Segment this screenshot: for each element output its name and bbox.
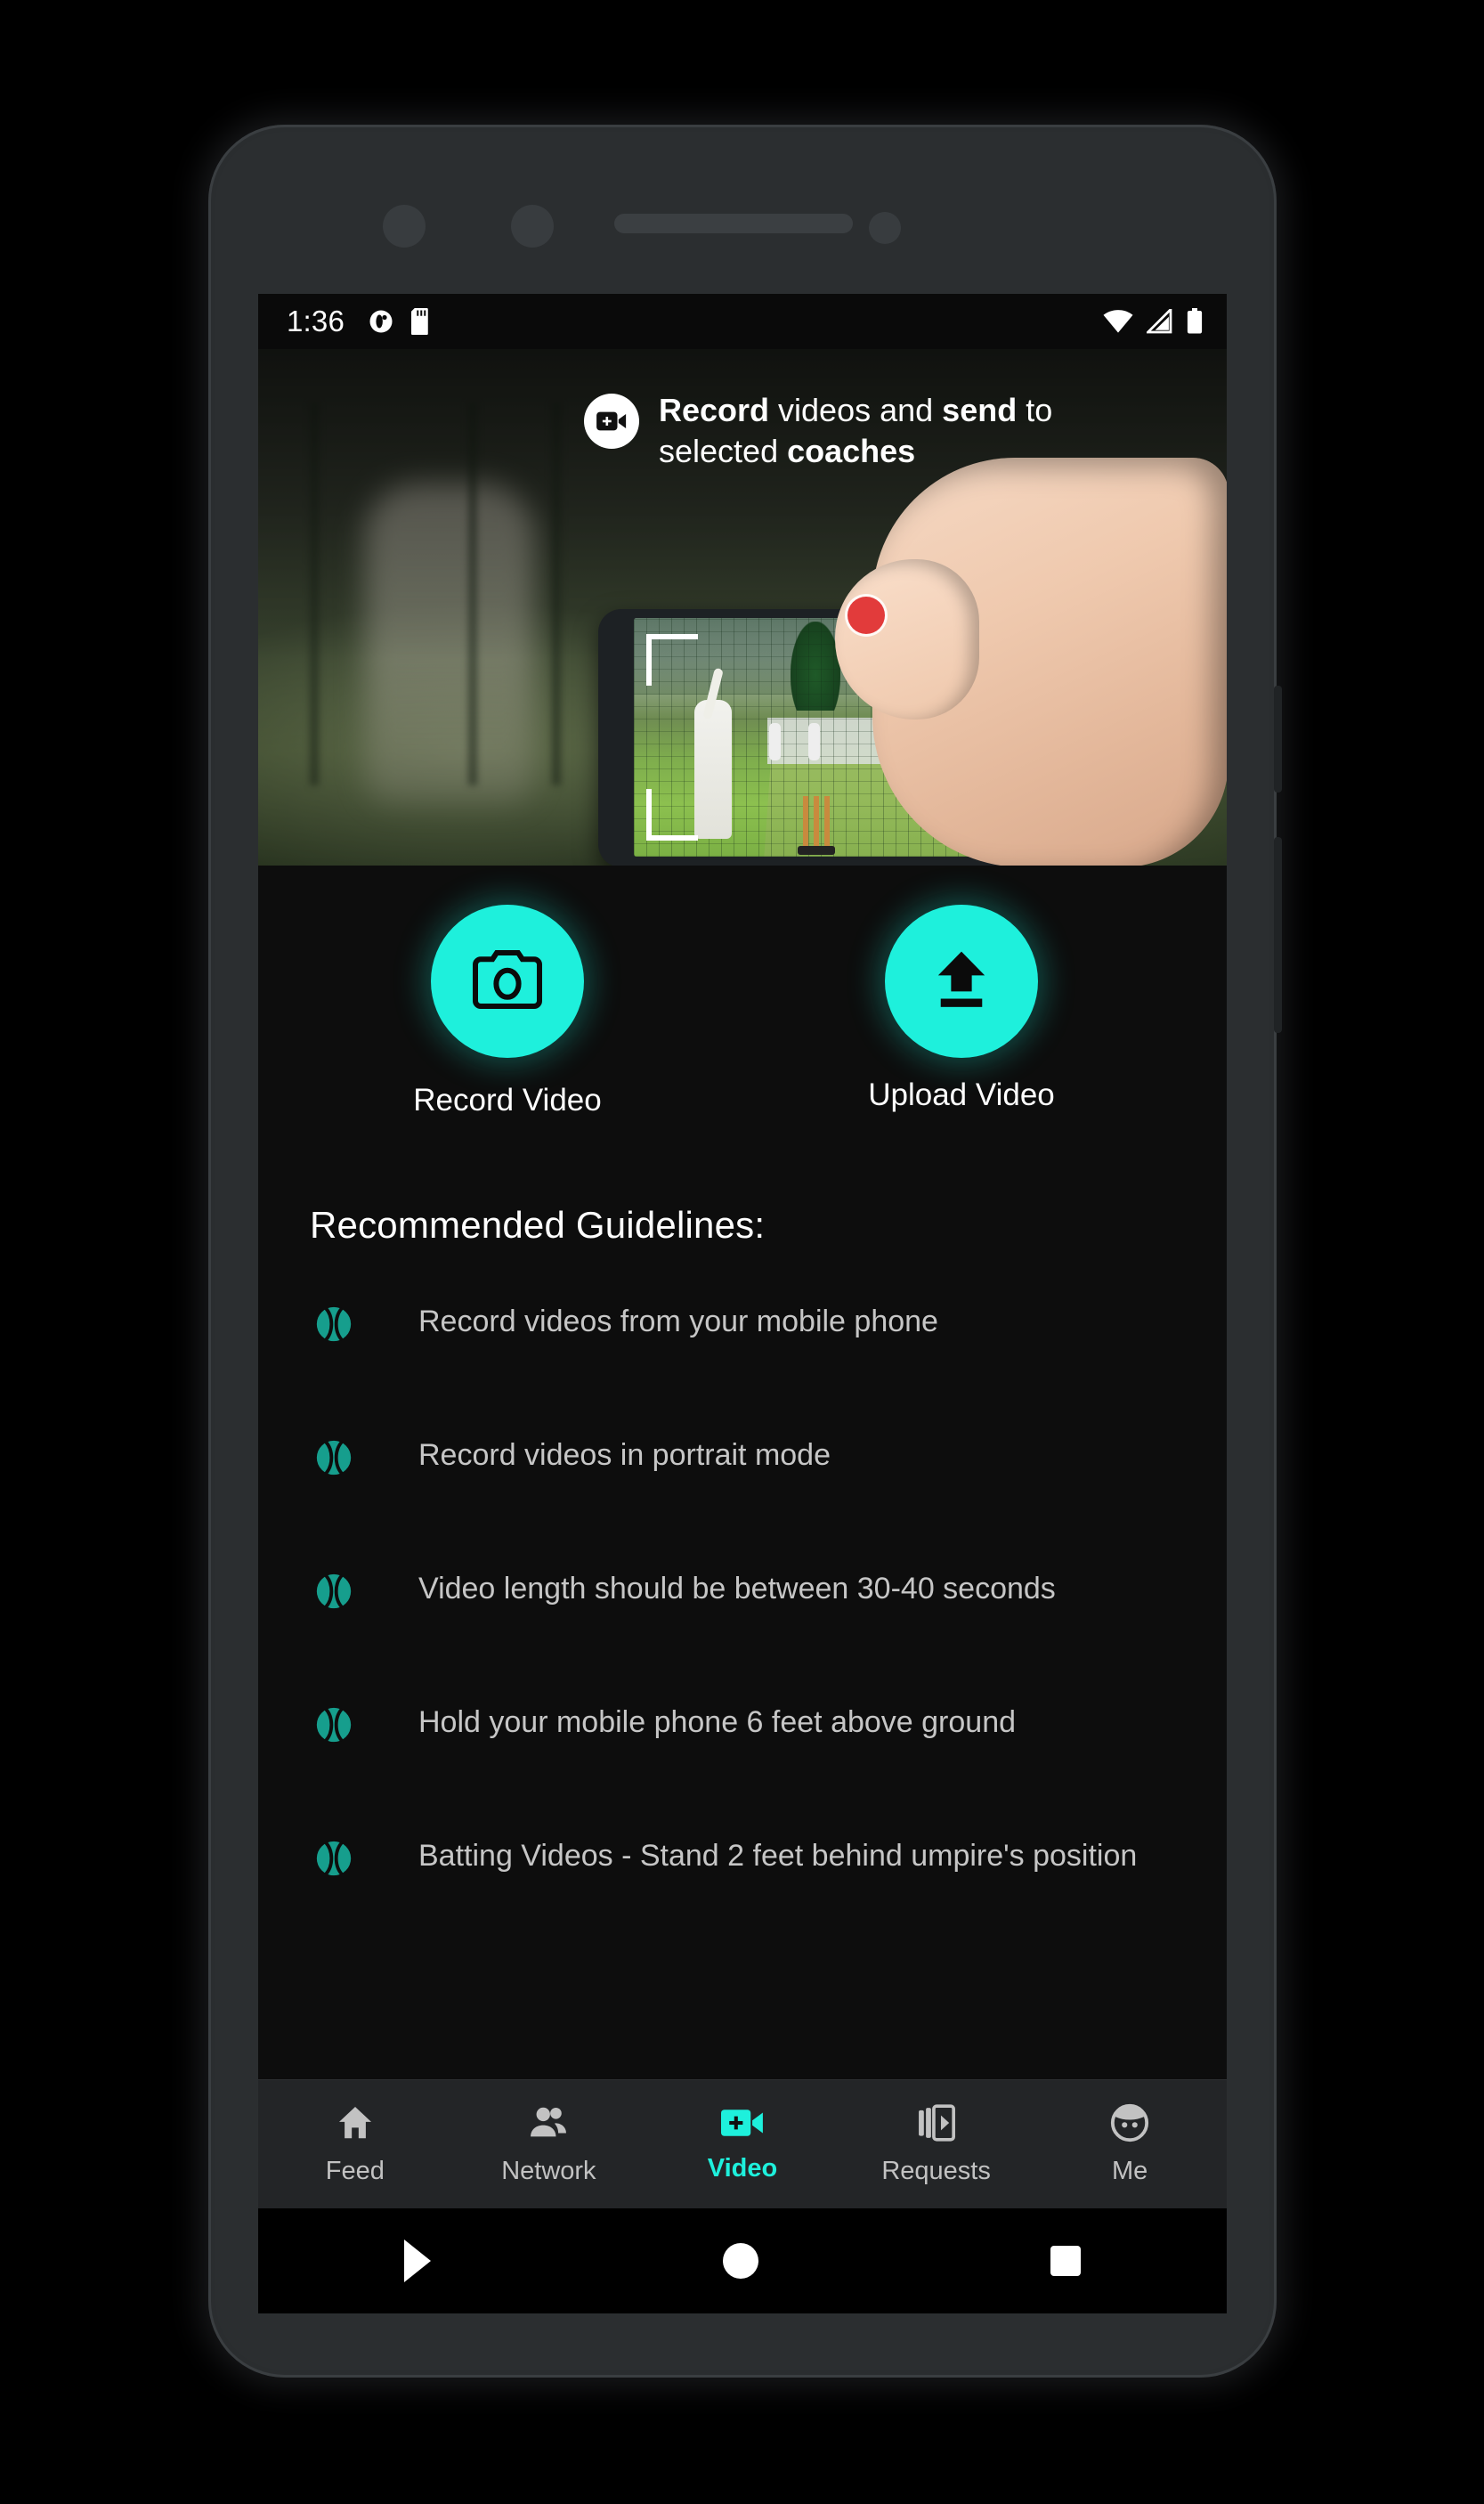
app-notification-icon (368, 308, 394, 335)
guideline-item: Hold your mobile phone 6 feet above grou… (258, 1701, 1227, 1834)
upload-video-label: Upload Video (868, 1077, 1055, 1112)
volume-button[interactable] (1274, 686, 1282, 793)
proximity-sensor-icon (869, 212, 901, 244)
nav-label-feed: Feed (325, 2157, 385, 2185)
back-button[interactable] (404, 2240, 431, 2282)
wifi-icon (1102, 309, 1134, 334)
video-add-icon (720, 2105, 764, 2145)
recents-button[interactable] (1050, 2246, 1081, 2276)
hero-stump-base (798, 846, 835, 855)
nav-item-feed[interactable]: Feed (258, 2102, 452, 2186)
hero-text-post: to (1017, 392, 1053, 428)
guideline-text: Record videos from your mobile phone (418, 1305, 938, 1338)
viewfinder-corner-icon (646, 634, 698, 686)
cricket-ball-bullet-icon (313, 1437, 354, 1478)
hero-stumps (803, 796, 830, 848)
guideline-item: Record videos in portrait mode (258, 1434, 1227, 1567)
phone-device-frame: 1:36 Record videos and send to selected … (208, 125, 1282, 2378)
upload-icon (933, 948, 990, 1015)
phone-screen: 1:36 Record videos and send to selected … (258, 294, 1227, 2208)
battery-icon (1186, 308, 1204, 335)
nav-item-requests[interactable]: Requests (839, 2102, 1034, 2186)
face-avatar-icon (1109, 2102, 1150, 2148)
hero-banner: Record videos and send to selected coach… (258, 349, 1227, 866)
bottom-navigation-bar: Feed Network Video Requests Me (258, 2079, 1227, 2208)
nav-label-requests: Requests (881, 2157, 991, 2185)
screenshot-root: 1:36 Record videos and send to selected … (0, 0, 1484, 2504)
status-bar-left-icons (368, 308, 432, 335)
earpiece-speaker (614, 214, 853, 233)
record-video-button[interactable] (431, 905, 584, 1058)
guideline-text: Hold your mobile phone 6 feet above grou… (418, 1705, 1017, 1739)
nav-label-video: Video (707, 2154, 778, 2183)
home-icon (335, 2102, 376, 2148)
cricket-ball-bullet-icon (313, 1704, 354, 1745)
hero-word-send: send (942, 392, 1018, 428)
upload-video-action[interactable]: Upload Video (757, 905, 1166, 1118)
cricket-ball-bullet-icon (313, 1838, 354, 1879)
app-content: Record Video Upload Video Recommended Gu… (258, 866, 1227, 2208)
hero-text-selected: selected (659, 433, 788, 470)
nav-label-network: Network (501, 2157, 596, 2185)
guideline-text: Record videos in portrait mode (418, 1438, 831, 1472)
status-bar-right-icons (1102, 308, 1204, 335)
status-bar-clock: 1:36 (287, 305, 345, 337)
upload-video-button[interactable] (885, 905, 1038, 1058)
guidelines-list: Record videos from your mobile phone Rec… (258, 1295, 1227, 1968)
sensor-icon (511, 205, 554, 248)
front-camera-icon (383, 205, 426, 248)
hero-word-record: Record (659, 392, 770, 428)
hero-fielder (769, 723, 781, 760)
nav-item-video[interactable]: Video (645, 2105, 839, 2183)
record-video-action[interactable]: Record Video (258, 905, 757, 1118)
cricket-ball-bullet-icon (313, 1304, 354, 1345)
action-buttons-row: Record Video Upload Video (258, 866, 1227, 1118)
nav-item-me[interactable]: Me (1033, 2102, 1227, 2186)
status-bar: 1:36 (258, 294, 1227, 349)
power-button[interactable] (1274, 837, 1282, 1033)
guideline-item: Video length should be between 30-40 sec… (258, 1567, 1227, 1701)
hero-text-mid: videos and (769, 392, 943, 428)
cellular-signal-icon (1147, 309, 1173, 334)
camera-icon (473, 949, 542, 1014)
video-add-icon (584, 394, 639, 449)
cricket-ball-bullet-icon (313, 1571, 354, 1612)
people-icon (528, 2102, 569, 2148)
nav-item-network[interactable]: Network (452, 2102, 646, 2186)
home-button[interactable] (723, 2243, 758, 2279)
viewfinder-corner-icon (646, 789, 698, 841)
guidelines-title: Recommended Guidelines: (310, 1204, 766, 1246)
nav-label-me: Me (1112, 2157, 1148, 2185)
record-indicator-icon (847, 597, 885, 634)
sd-card-icon (409, 308, 432, 335)
guideline-item: Record videos from your mobile phone (258, 1295, 1227, 1434)
hero-fielder (808, 723, 820, 760)
guideline-text: Video length should be between 30-40 sec… (418, 1572, 1056, 1606)
record-video-label: Record Video (413, 1083, 602, 1118)
guideline-text: Batting Videos - Stand 2 feet behind ump… (418, 1839, 1138, 1873)
hero-batsman (694, 700, 732, 839)
hero-word-coaches: coaches (787, 433, 916, 470)
guideline-item: Batting Videos - Stand 2 feet behind ump… (258, 1834, 1227, 1968)
android-system-navigation (258, 2208, 1227, 2313)
video-list-icon (916, 2102, 957, 2148)
